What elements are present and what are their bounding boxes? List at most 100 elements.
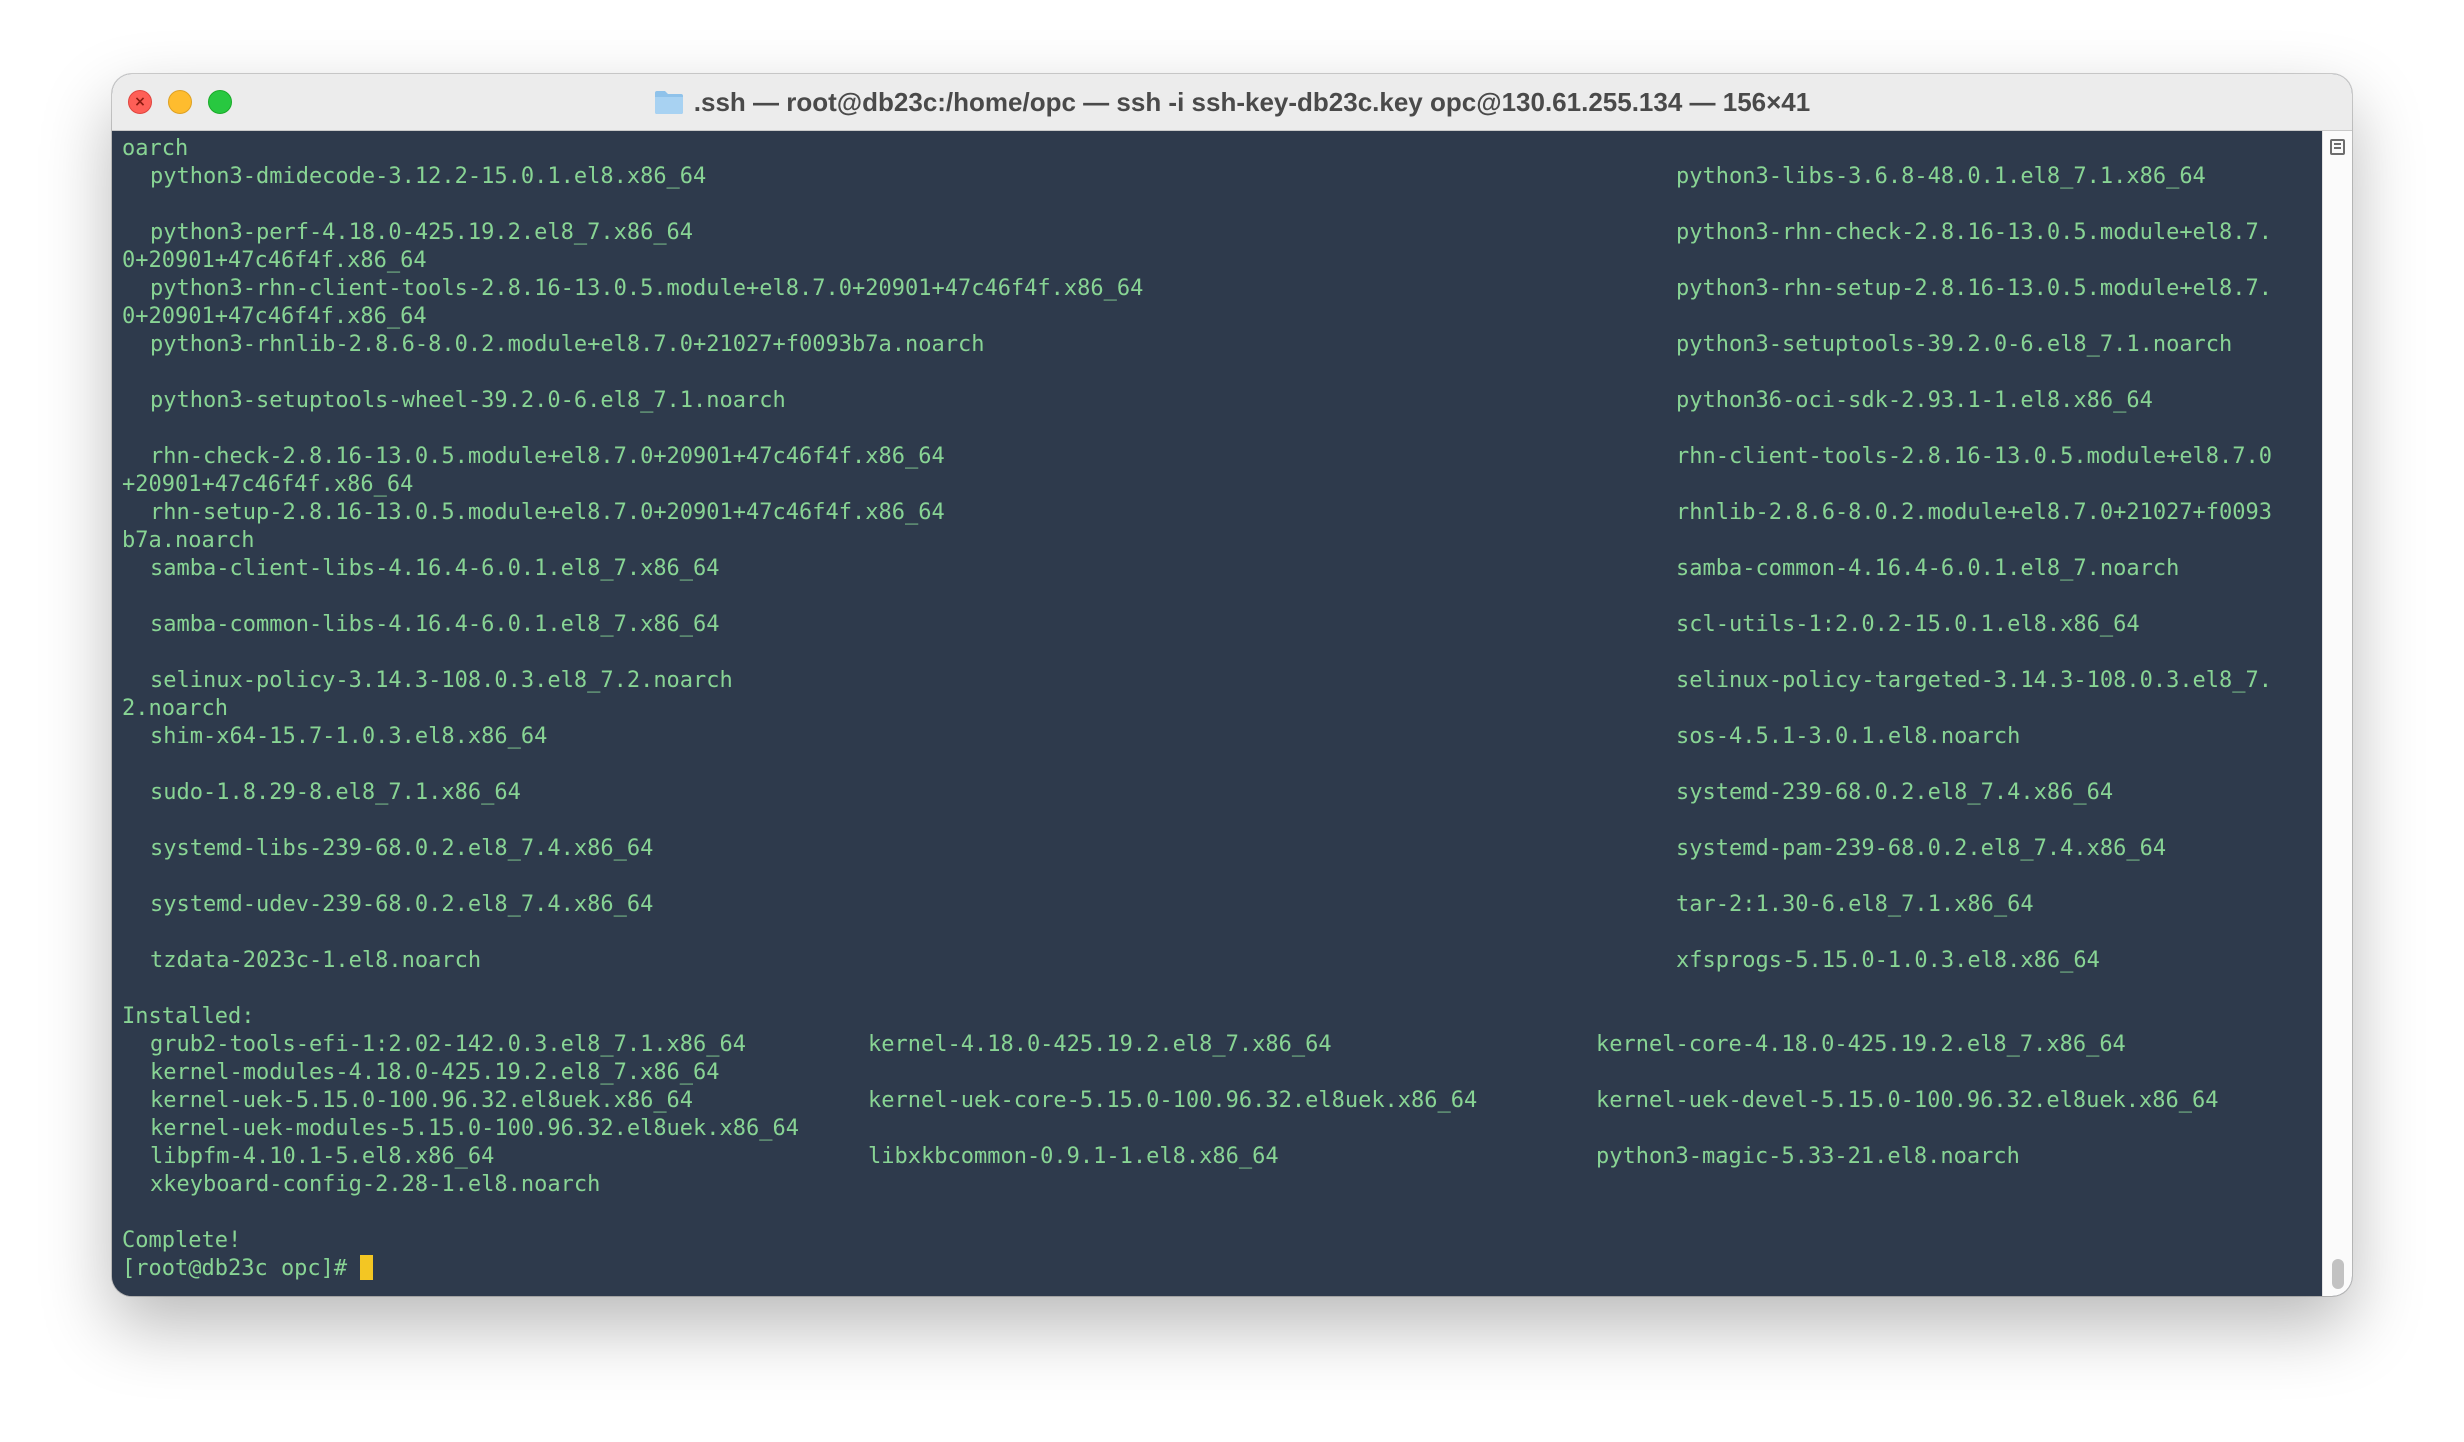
window-title: .ssh — root@db23c:/home/opc — ssh -i ssh… — [693, 86, 1811, 117]
terminal-line: systemd-libs-239-68.0.2.el8_7.4.x86_64 sy… — [122, 835, 2322, 863]
output-text: kernel-4.18.0-425.19.2.el8_7.x86_64 — [868, 1032, 1332, 1057]
shell-prompt: [root@db23c opc]# — [122, 1255, 374, 1283]
output-text: kernel-uek-modules-5.15.0-100.96.32.el8u… — [150, 1116, 800, 1141]
output-text: systemd-239-68.0.2.el8_7.4.x86_64 — [1676, 780, 2114, 805]
output-text: 0+20901+47c46f4f.x86_64 — [122, 304, 427, 329]
terminal-line: tzdata-2023c-1.el8.noarch xfsprogs-5.15.0… — [122, 947, 2322, 975]
output-text: tar-2:1.30-6.el8_7.1.x86_64 — [1676, 892, 2034, 917]
output-text: scl-utils-1:2.0.2-15.0.1.el8.x86_64 — [1676, 612, 2140, 637]
terminal-line: libpfm-4.10.1-5.el8.x86_64 libxkbcommon-0… — [122, 1143, 2322, 1171]
output-text: xkeyboard-config-2.28-1.el8.noarch — [150, 1172, 601, 1197]
terminal-line: python3-dmidecode-3.12.2-15.0.1.el8.x86_… — [122, 163, 2322, 191]
output-text: tzdata-2023c-1.el8.noarch — [150, 948, 482, 973]
output-text: rhn-setup-2.8.16-13.0.5.module+el8.7.0+2… — [150, 500, 945, 525]
output-text: python3-libs-3.6.8-48.0.1.el8_7.1.x86_64 — [1676, 164, 2206, 189]
output-text: systemd-udev-239-68.0.2.el8_7.4.x86_64 — [150, 892, 654, 917]
output-text: python3-setuptools-39.2.0-6.el8_7.1.noar… — [1676, 332, 2233, 357]
output-text: samba-common-libs-4.16.4-6.0.1.el8_7.x86… — [150, 612, 720, 637]
terminal-line: rhn-check-2.8.16-13.0.5.module+el8.7.0+2… — [122, 443, 2322, 471]
output-text: python3-perf-4.18.0-425.19.2.el8_7.x86_6… — [150, 220, 694, 245]
output-text: +20901+47c46f4f.x86_64 — [122, 472, 414, 497]
output-text: grub2-tools-efi-1:2.02-142.0.3.el8_7.1.x… — [150, 1032, 747, 1057]
output-text: systemd-pam-239-68.0.2.el8_7.4.x86_64 — [1676, 836, 2167, 861]
output-text: samba-client-libs-4.16.4-6.0.1.el8_7.x86… — [150, 556, 720, 581]
terminal-line: Complete! — [122, 1227, 2322, 1255]
output-text: Complete! — [122, 1228, 242, 1253]
window-title-area: .ssh — root@db23c:/home/opc — ssh -i ssh… — [112, 74, 2352, 130]
output-text: samba-common-4.16.4-6.0.1.el8_7.noarch — [1676, 556, 2180, 581]
terminal-line: Installed: — [122, 1003, 2322, 1031]
output-text: python3-magic-5.33-21.el8.noarch — [1596, 1144, 2020, 1169]
marks-icon[interactable] — [2330, 139, 2345, 155]
output-text: python3-rhn-setup-2.8.16-13.0.5.module+e… — [1676, 276, 2273, 301]
output-text: 0+20901+47c46f4f.x86_64 — [122, 248, 427, 273]
output-text: xfsprogs-5.15.0-1.0.3.el8.x86_64 — [1676, 948, 2100, 973]
output-text: oarch — [122, 136, 189, 161]
output-text: rhn-client-tools-2.8.16-13.0.5.module+el… — [1676, 444, 2273, 469]
scrollbar[interactable] — [2322, 131, 2352, 1296]
terminal-line: oarch — [122, 135, 2322, 163]
output-text: python36-oci-sdk-2.93.1-1.el8.x86_64 — [1676, 388, 2153, 413]
output-text: kernel-uek-core-5.15.0-100.96.32.el8uek.… — [868, 1088, 1478, 1113]
terminal-line: 0+20901+47c46f4f.x86_64 — [122, 247, 2322, 275]
terminal-line: rhn-setup-2.8.16-13.0.5.module+el8.7.0+2… — [122, 499, 2322, 527]
terminal-line: python3-rhn-client-tools-2.8.16-13.0.5.m… — [122, 275, 2322, 303]
output-text: python3-dmidecode-3.12.2-15.0.1.el8.x86_… — [150, 164, 707, 189]
terminal-lines: oarch python3-dmidecode-3.12.2-15.0.1.el8… — [122, 135, 2322, 1283]
terminal-line: 0+20901+47c46f4f.x86_64 — [122, 303, 2322, 331]
output-text: rhn-check-2.8.16-13.0.5.module+el8.7.0+2… — [150, 444, 945, 469]
terminal-line: [root@db23c opc]# — [122, 1255, 2322, 1283]
text-cursor — [360, 1255, 374, 1280]
terminal-line: b7a.noarch — [122, 527, 2322, 555]
output-text: libpfm-4.10.1-5.el8.x86_64 — [150, 1144, 495, 1169]
terminal-line: +20901+47c46f4f.x86_64 — [122, 471, 2322, 499]
title-bar[interactable]: × .ssh — root@db23c:/home/opc — ssh -i s… — [112, 74, 2352, 131]
terminal-line: selinux-policy-3.14.3-108.0.3.el8_7.2.no… — [122, 667, 2322, 695]
output-text: sos-4.5.1-3.0.1.el8.noarch — [1676, 724, 2021, 749]
output-text: kernel-modules-4.18.0-425.19.2.el8_7.x86… — [150, 1060, 720, 1085]
output-text: libxkbcommon-0.9.1-1.el8.x86_64 — [868, 1144, 1279, 1169]
terminal-output[interactable]: oarch python3-dmidecode-3.12.2-15.0.1.el8… — [112, 131, 2322, 1296]
output-text: rhnlib-2.8.6-8.0.2.module+el8.7.0+21027+… — [1676, 500, 2273, 525]
terminal-line: 2.noarch — [122, 695, 2322, 723]
terminal-line: python3-rhnlib-2.8.6-8.0.2.module+el8.7.… — [122, 331, 2322, 359]
output-text: 2.noarch — [122, 696, 228, 721]
terminal-line: python3-setuptools-wheel-39.2.0-6.el8_7.… — [122, 387, 2322, 415]
terminal-line: sudo-1.8.29-8.el8_7.1.x86_64 systemd-239-… — [122, 779, 2322, 807]
output-text: python3-rhnlib-2.8.6-8.0.2.module+el8.7.… — [150, 332, 985, 357]
terminal-line: kernel-modules-4.18.0-425.19.2.el8_7.x86… — [122, 1059, 2322, 1087]
folder-icon — [654, 89, 684, 115]
output-text: b7a.noarch — [122, 528, 255, 553]
terminal-line: shim-x64-15.7-1.0.3.el8.x86_64 sos-4.5.1-… — [122, 723, 2322, 751]
scrollbar-thumb[interactable] — [2332, 1259, 2344, 1289]
terminal-line: kernel-uek-5.15.0-100.96.32.el8uek.x86_6… — [122, 1087, 2322, 1115]
output-text: python3-rhn-check-2.8.16-13.0.5.module+e… — [1676, 220, 2273, 245]
output-text: systemd-libs-239-68.0.2.el8_7.4.x86_64 — [150, 836, 654, 861]
terminal-line: systemd-udev-239-68.0.2.el8_7.4.x86_64 ta… — [122, 891, 2322, 919]
terminal-line: xkeyboard-config-2.28-1.el8.noarch — [122, 1171, 2322, 1199]
output-text: python3-setuptools-wheel-39.2.0-6.el8_7.… — [150, 388, 786, 413]
terminal-window: × .ssh — root@db23c:/home/opc — ssh -i s… — [112, 74, 2352, 1296]
terminal-line: python3-perf-4.18.0-425.19.2.el8_7.x86_6… — [122, 219, 2322, 247]
output-text: kernel-core-4.18.0-425.19.2.el8_7.x86_64 — [1596, 1032, 2126, 1057]
output-text: python3-rhn-client-tools-2.8.16-13.0.5.m… — [150, 276, 1144, 301]
output-text: sudo-1.8.29-8.el8_7.1.x86_64 — [150, 780, 521, 805]
terminal-line: samba-common-libs-4.16.4-6.0.1.el8_7.x86… — [122, 611, 2322, 639]
terminal-line: grub2-tools-efi-1:2.02-142.0.3.el8_7.1.x… — [122, 1031, 2322, 1059]
terminal-line: kernel-uek-modules-5.15.0-100.96.32.el8u… — [122, 1115, 2322, 1143]
output-text: Installed: — [122, 1004, 255, 1029]
output-text: selinux-policy-3.14.3-108.0.3.el8_7.2.no… — [150, 668, 733, 693]
terminal-line: samba-client-libs-4.16.4-6.0.1.el8_7.x86… — [122, 555, 2322, 583]
output-text: kernel-uek-devel-5.15.0-100.96.32.el8uek… — [1596, 1088, 2219, 1113]
